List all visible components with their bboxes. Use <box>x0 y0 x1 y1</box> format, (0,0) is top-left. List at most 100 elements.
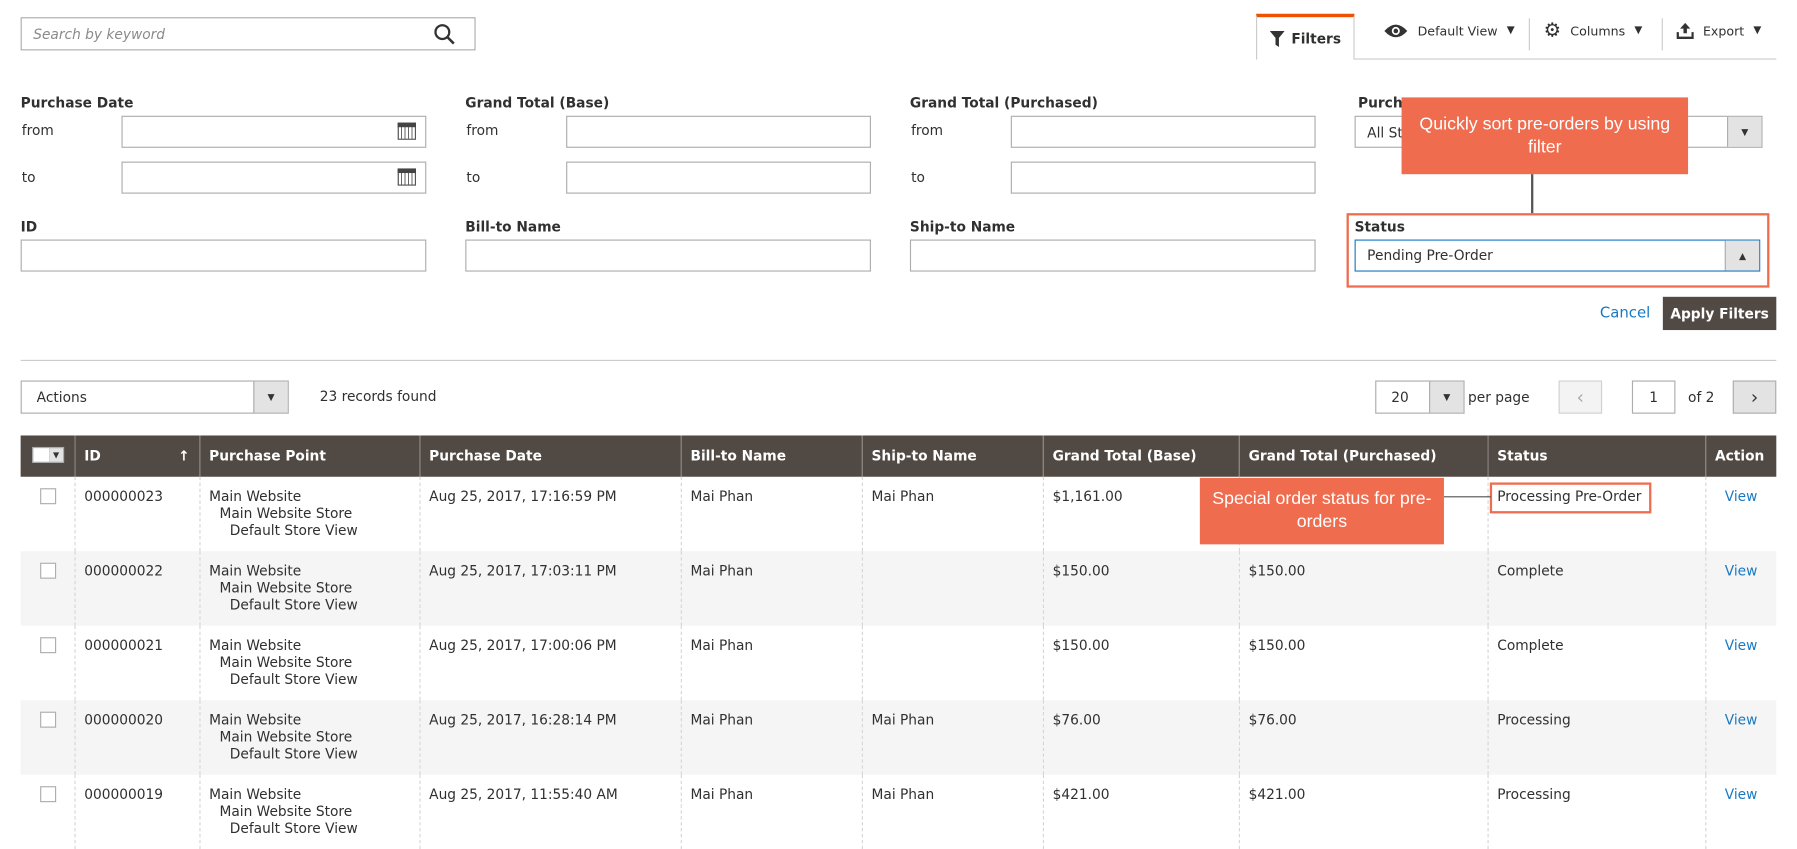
actions-select[interactable]: Actions ▼ <box>20 380 289 414</box>
callout-connector <box>1443 496 1491 498</box>
filter-callout: Quickly sort pre-orders by using filter <box>1401 97 1689 175</box>
grand-total-base: $76.00 <box>1042 700 1239 775</box>
bill-to-name: Mai Phan <box>680 625 862 701</box>
purchase-date-label: Purchase Date <box>20 95 134 112</box>
chevron-down-icon[interactable]: ▼ <box>1429 381 1464 413</box>
status-select[interactable]: Pending Pre-Order ▲ <box>1354 239 1761 272</box>
column-header-grand-total-purchased[interactable]: Grand Total (Purchased) <box>1238 435 1488 477</box>
status-label: Status <box>1354 218 1405 235</box>
divider <box>20 359 1777 361</box>
per-page-select[interactable]: 20 ▼ <box>1375 380 1465 414</box>
chevron-down-icon[interactable]: ▼ <box>253 381 288 413</box>
purchase-point: Main Website Main Website Store Default St… <box>198 774 420 849</box>
order-id: 000000020 <box>73 700 200 775</box>
view-link[interactable]: View <box>1704 700 1777 775</box>
search-icon[interactable] <box>433 23 456 46</box>
chevron-down-icon: ▼ <box>49 448 64 462</box>
records-count: 23 records found <box>319 388 437 405</box>
page-input[interactable]: 1 <box>1631 380 1676 414</box>
actions-label: Actions <box>36 389 87 406</box>
purchase-date-to-input[interactable] <box>121 161 427 194</box>
per-page-value: 20 <box>1391 389 1409 406</box>
toolbar-line <box>1354 58 1777 60</box>
bill-to-input[interactable] <box>465 239 871 272</box>
calendar-icon[interactable] <box>397 122 416 140</box>
purchase-date-from-input[interactable] <box>121 115 427 148</box>
column-header-id[interactable]: ID ↑ <box>73 435 200 477</box>
id-input[interactable] <box>20 239 427 272</box>
status-value: Pending Pre-Order <box>1367 247 1493 264</box>
sort-arrow-icon: ↑ <box>178 448 190 465</box>
mass-select[interactable]: ▼ <box>20 435 75 477</box>
status-cell-highlight <box>1489 482 1652 514</box>
row-checkbox[interactable] <box>40 786 57 803</box>
column-header-status[interactable]: Status <box>1486 435 1706 477</box>
row-checkbox[interactable] <box>40 637 57 654</box>
grand-total-purchased-from-input[interactable] <box>1010 115 1316 148</box>
calendar-icon[interactable] <box>397 168 416 186</box>
column-header-purchase-point[interactable]: Purchase Point <box>198 435 420 477</box>
order-status: Complete <box>1486 625 1706 701</box>
order-status: Complete <box>1486 551 1706 626</box>
chevron-down-icon: ▼ <box>1506 25 1515 37</box>
grand-total-base-label: Grand Total (Base) <box>465 95 610 112</box>
from-label: from <box>911 122 944 139</box>
row-checkbox[interactable] <box>40 711 57 728</box>
grand-total-base-to-input[interactable] <box>566 161 871 194</box>
purchase-date: Aug 25, 2017, 11:55:40 AM <box>418 774 681 849</box>
grand-total-purchased: $150.00 <box>1238 625 1488 701</box>
to-label: to <box>21 169 36 186</box>
export-dropdown[interactable]: Export ▼ <box>1676 22 1761 39</box>
grand-total-purchased: $150.00 <box>1238 551 1488 626</box>
cancel-button[interactable]: Cancel <box>1600 305 1650 322</box>
grand-total-base-from-input[interactable] <box>566 115 871 148</box>
row-checkbox[interactable] <box>40 562 57 579</box>
column-header-purchase-date[interactable]: Purchase Date <box>418 435 681 477</box>
column-header-action: Action <box>1704 435 1777 477</box>
table-row: 000000019 Main Website Main Website Store D… <box>21 774 1777 849</box>
ship-to-label: Ship-to Name <box>909 218 1016 235</box>
purchase-point: Main Website Main Website Store Default St… <box>198 700 420 775</box>
bill-to-label: Bill-to Name <box>465 218 561 235</box>
column-header-grand-total-base[interactable]: Grand Total (Base) <box>1042 435 1239 477</box>
grand-total-base: $150.00 <box>1042 551 1239 626</box>
view-link[interactable]: View <box>1704 774 1777 849</box>
ship-to-name: Mai Phan <box>861 700 1043 775</box>
purchase-date: Aug 25, 2017, 17:00:06 PM <box>418 625 681 701</box>
column-header-bill-to[interactable]: Bill-to Name <box>680 435 862 477</box>
order-id: 000000022 <box>73 551 200 626</box>
filters-tab[interactable]: Filters <box>1256 13 1355 60</box>
from-label: from <box>21 122 54 139</box>
chevron-up-icon[interactable]: ▲ <box>1724 240 1760 271</box>
default-view-dropdown[interactable]: Default View ▼ <box>1383 23 1515 39</box>
grand-total-base: $421.00 <box>1042 774 1239 849</box>
view-link[interactable]: View <box>1704 476 1777 552</box>
to-label: to <box>911 169 925 186</box>
funnel-icon <box>1269 30 1285 47</box>
default-view-label: Default View <box>1417 23 1498 39</box>
bill-to-name: Mai Phan <box>680 700 862 775</box>
table-row: 000000020 Main Website Main Website Store D… <box>20 700 1777 775</box>
view-link[interactable]: View <box>1704 625 1777 701</box>
search-input[interactable]: Search by keyword <box>20 17 476 51</box>
purchase-point: Main Website Main Website Store Default St… <box>198 476 420 552</box>
column-header-ship-to[interactable]: Ship-to Name <box>861 435 1043 477</box>
row-checkbox[interactable] <box>40 488 57 505</box>
purchase-point: Main Website Main Website Store Default St… <box>198 625 420 701</box>
grand-total-base: $150.00 <box>1042 625 1239 701</box>
chevron-down-icon[interactable]: ▼ <box>1727 116 1762 147</box>
row-checkbox-cell <box>21 477 75 551</box>
purchase-point: Main Website Main Website Store Default St… <box>198 551 420 626</box>
view-link[interactable]: View <box>1704 551 1777 626</box>
eye-icon <box>1384 24 1408 38</box>
grand-total-purchased-to-input[interactable] <box>1010 161 1316 194</box>
prev-page-button[interactable]: ‹ <box>1558 380 1603 414</box>
row-checkbox-cell <box>21 626 75 700</box>
columns-dropdown[interactable]: ⚙ Columns ▼ <box>1544 21 1643 40</box>
ship-to-input[interactable] <box>909 239 1316 272</box>
bill-to-name: Mai Phan <box>680 551 862 626</box>
apply-filters-button[interactable]: Apply Filters <box>1662 296 1777 331</box>
next-page-button[interactable]: › <box>1732 380 1777 414</box>
table-header: ▼ ID ↑ Purchase Point Purchase Date Bill-… <box>20 435 1777 477</box>
row-checkbox-cell <box>20 551 75 626</box>
